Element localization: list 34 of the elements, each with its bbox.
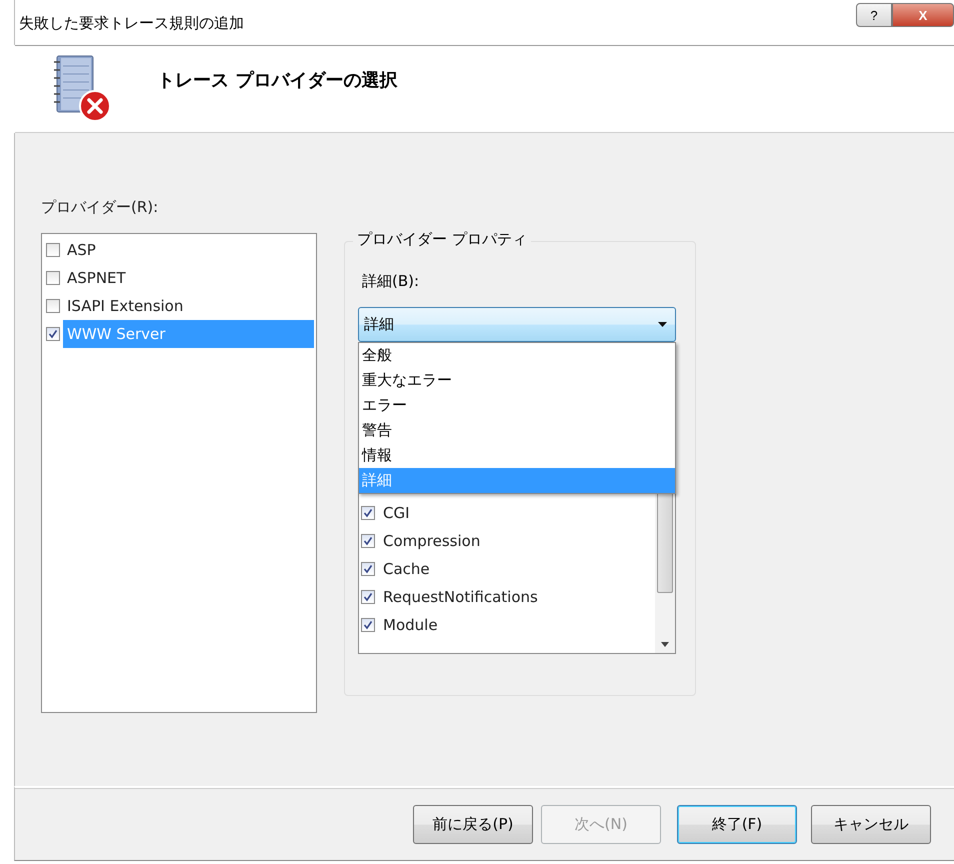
wizard-button[interactable]: キャンセル — [811, 804, 931, 844]
group-title: プロバイダー プロパティ — [353, 230, 531, 249]
area-item[interactable]: RequestNotifications — [383, 588, 538, 606]
area-item[interactable]: Compression — [383, 532, 480, 550]
wizard-button[interactable]: 前に戻る(P) — [413, 804, 533, 844]
scroll-down-icon[interactable] — [661, 642, 669, 647]
dropdown-option[interactable]: 全般 — [359, 343, 675, 368]
area-item[interactable]: CGI — [383, 504, 410, 522]
dropdown-option[interactable]: 情報 — [359, 443, 675, 468]
checkbox[interactable] — [361, 618, 375, 632]
caret-icon — [658, 322, 667, 327]
checkbox[interactable] — [361, 534, 375, 548]
page-heading: トレース プロバイダーの選択 — [157, 69, 398, 92]
verbosity-dropdown[interactable]: 詳細 — [358, 307, 676, 342]
checkbox[interactable] — [46, 299, 60, 313]
window-title: 失敗した要求トレース規則の追加 — [19, 14, 244, 33]
dropdown-option[interactable]: 警告 — [359, 418, 675, 443]
help-button[interactable]: ? — [856, 3, 892, 27]
provider-item[interactable]: ISAPI Extension — [63, 292, 314, 320]
checkbox[interactable] — [361, 562, 375, 576]
checkbox[interactable] — [361, 506, 375, 520]
area-item[interactable]: Module — [383, 616, 438, 634]
area-item[interactable]: Cache — [383, 560, 430, 578]
providers-label: プロバイダー(R): — [41, 198, 160, 217]
checkbox[interactable] — [46, 327, 60, 341]
provider-item[interactable]: ASPNET — [63, 264, 314, 292]
dropdown-option[interactable]: 重大なエラー — [359, 368, 675, 393]
checkbox[interactable] — [46, 243, 60, 257]
wizard-button[interactable]: 終了(F) — [677, 804, 797, 844]
checkbox[interactable] — [46, 271, 60, 285]
checkbox[interactable] — [361, 590, 375, 604]
dropdown-option[interactable]: エラー — [359, 393, 675, 418]
verbosity-label: 詳細(B): — [362, 272, 420, 291]
provider-item[interactable]: ASP — [63, 236, 314, 264]
